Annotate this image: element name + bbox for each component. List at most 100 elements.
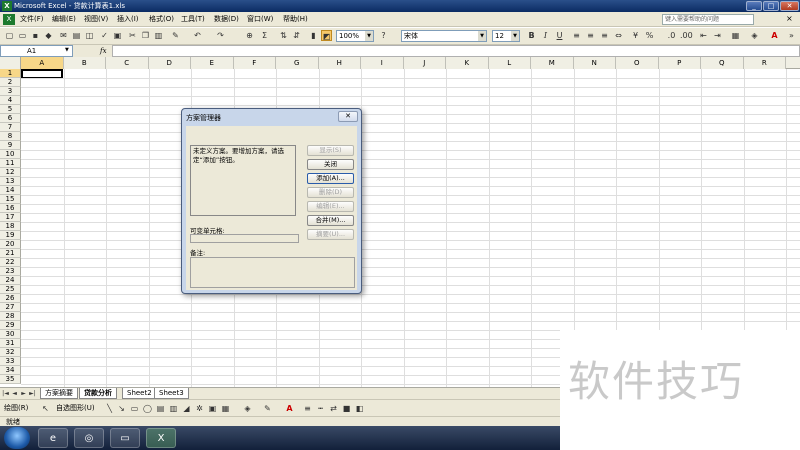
- shape-fill-icon[interactable]: ◈: [242, 403, 253, 414]
- decrease-indent-icon[interactable]: ⇤: [698, 30, 709, 41]
- row-header[interactable]: 16: [0, 204, 21, 213]
- oval-icon[interactable]: ◯: [142, 403, 153, 414]
- row-header[interactable]: 10: [0, 150, 21, 159]
- menu-edit[interactable]: 编辑(E): [52, 14, 76, 25]
- row-header[interactable]: 26: [0, 294, 21, 303]
- column-header[interactable]: K: [446, 57, 489, 69]
- save-icon[interactable]: ▪: [30, 30, 41, 41]
- row-header[interactable]: 27: [0, 303, 21, 312]
- file-explorer-icon[interactable]: ▭: [110, 428, 140, 448]
- summary-button[interactable]: 摘要(U)...: [307, 229, 354, 240]
- select-objects-icon[interactable]: ↖: [40, 403, 51, 414]
- sort-descending-icon[interactable]: ⇵: [291, 30, 302, 41]
- start-button[interactable]: [4, 427, 30, 449]
- hyperlink-icon[interactable]: ⊕: [244, 30, 255, 41]
- permission-icon[interactable]: ◆: [43, 30, 54, 41]
- vertical-textbox-icon[interactable]: ▥: [168, 403, 179, 414]
- row-header[interactable]: 8: [0, 132, 21, 141]
- row-header[interactable]: 32: [0, 348, 21, 357]
- row-header[interactable]: 20: [0, 240, 21, 249]
- font-color-icon[interactable]: A: [769, 30, 780, 41]
- sort-ascending-icon[interactable]: ⇅: [278, 30, 289, 41]
- font-size-select[interactable]: 12 ▼: [492, 30, 520, 42]
- row-header[interactable]: 7: [0, 123, 21, 132]
- arrow-icon[interactable]: ↘: [116, 403, 127, 414]
- add-scenario-button[interactable]: 添加(A)...: [307, 173, 354, 184]
- format-painter-icon[interactable]: ✎: [170, 30, 181, 41]
- name-box[interactable]: A1: [0, 45, 73, 57]
- drawing-toggle-icon[interactable]: ◩: [321, 30, 332, 41]
- first-sheet-icon[interactable]: |◄: [2, 389, 9, 398]
- row-header[interactable]: 28: [0, 312, 21, 321]
- row-header[interactable]: 34: [0, 366, 21, 375]
- cut-icon[interactable]: ✂: [127, 30, 138, 41]
- row-header[interactable]: 6: [0, 114, 21, 123]
- paste-icon[interactable]: ▥: [153, 30, 164, 41]
- borders-icon[interactable]: ▦: [730, 30, 741, 41]
- column-header[interactable]: D: [148, 57, 191, 69]
- menu-file[interactable]: 文件(F): [20, 14, 44, 25]
- row-header[interactable]: 13: [0, 177, 21, 186]
- row-header[interactable]: 17: [0, 213, 21, 222]
- row-header[interactable]: 1: [0, 69, 21, 78]
- scenarios-list[interactable]: 未定义方案。要增加方案，请选定“添加”按钮。: [190, 145, 296, 216]
- row-header[interactable]: 18: [0, 222, 21, 231]
- row-header[interactable]: 5: [0, 105, 21, 114]
- minimize-button[interactable]: _: [746, 1, 762, 11]
- 3d-style-icon[interactable]: ◧: [354, 403, 365, 414]
- column-header[interactable]: I: [361, 57, 404, 69]
- row-header[interactable]: 31: [0, 339, 21, 348]
- print-icon[interactable]: ▤: [71, 30, 82, 41]
- toolbar-options-icon[interactable]: »: [786, 30, 797, 41]
- zoom-select[interactable]: 100% ▼: [336, 30, 374, 42]
- menu-insert[interactable]: 插入(I): [117, 14, 139, 25]
- menu-tools[interactable]: 工具(T): [181, 14, 205, 25]
- email-icon[interactable]: ✉: [58, 30, 69, 41]
- underline-button[interactable]: U: [554, 30, 565, 41]
- column-header[interactable]: Q: [701, 57, 744, 69]
- wordart-icon[interactable]: ◢: [181, 403, 192, 414]
- picture-icon[interactable]: ▦: [220, 403, 231, 414]
- row-header[interactable]: 30: [0, 330, 21, 339]
- copy-icon[interactable]: ❐: [140, 30, 151, 41]
- column-header[interactable]: P: [658, 57, 701, 69]
- fill-color-icon[interactable]: ◈: [749, 30, 760, 41]
- shadow-style-icon[interactable]: ■: [341, 403, 352, 414]
- draw-menu-button[interactable]: 绘图(R): [4, 403, 28, 413]
- restore-button[interactable]: □: [763, 1, 779, 11]
- currency-icon[interactable]: ¥: [630, 30, 641, 41]
- line-color-icon[interactable]: ✎: [262, 403, 273, 414]
- name-box-chevron-icon[interactable]: ▼: [65, 47, 69, 53]
- menu-view[interactable]: 视图(V): [84, 14, 108, 25]
- align-left-icon[interactable]: ≡: [571, 30, 582, 41]
- row-header[interactable]: 9: [0, 141, 21, 150]
- row-header[interactable]: 11: [0, 159, 21, 168]
- redo-icon[interactable]: ↷: [215, 30, 226, 41]
- row-header[interactable]: 21: [0, 249, 21, 258]
- merge-center-icon[interactable]: ⇔: [613, 30, 624, 41]
- textbox-icon[interactable]: ▤: [155, 403, 166, 414]
- help-icon[interactable]: ?: [378, 30, 389, 41]
- sheet-tab-sheet2[interactable]: Sheet2: [122, 388, 157, 399]
- column-header[interactable]: L: [488, 57, 531, 69]
- menu-help[interactable]: 帮助(H): [283, 14, 308, 25]
- text-color-icon[interactable]: A: [284, 403, 295, 414]
- formula-input[interactable]: [112, 45, 800, 57]
- dialog-close-button[interactable]: ✕: [338, 111, 358, 122]
- bold-button[interactable]: B: [526, 30, 537, 41]
- research-icon[interactable]: ▣: [112, 30, 123, 41]
- sheet-tab-sheet3[interactable]: Sheet3: [154, 388, 189, 399]
- column-header[interactable]: O: [616, 57, 659, 69]
- decrease-decimal-icon[interactable]: .00: [680, 30, 693, 41]
- column-header[interactable]: C: [106, 57, 149, 69]
- row-header[interactable]: 25: [0, 285, 21, 294]
- increase-indent-icon[interactable]: ⇥: [712, 30, 723, 41]
- percent-button[interactable]: %: [644, 30, 655, 41]
- increase-decimal-icon[interactable]: .0: [666, 30, 677, 41]
- merge-button[interactable]: 合并(M)...: [307, 215, 354, 226]
- font-name-select[interactable]: 宋体 ▼: [401, 30, 487, 42]
- row-header[interactable]: 4: [0, 96, 21, 105]
- row-header[interactable]: 15: [0, 195, 21, 204]
- line-icon[interactable]: ╲: [104, 403, 115, 414]
- clipart-icon[interactable]: ▣: [207, 403, 218, 414]
